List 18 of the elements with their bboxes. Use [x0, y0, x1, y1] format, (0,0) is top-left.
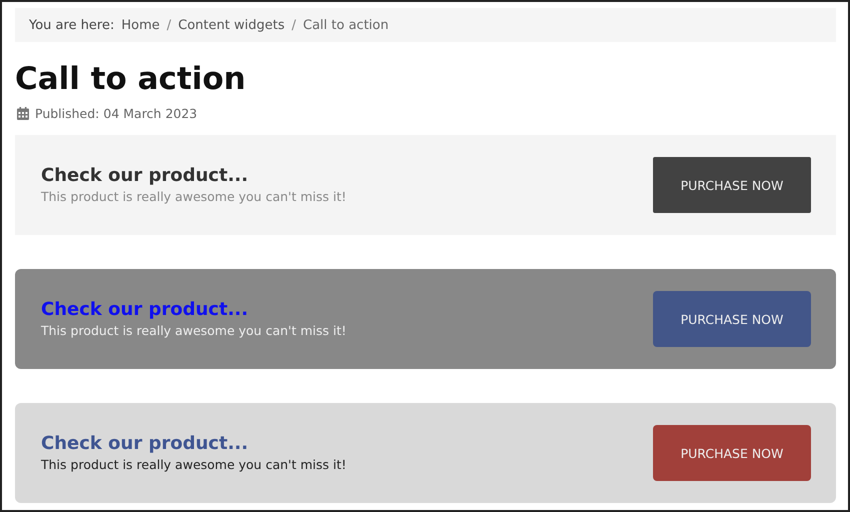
breadcrumb-current: Call to action [303, 18, 389, 32]
banner-heading: Check our product... [41, 164, 250, 188]
purchase-button[interactable]: PURCHASE NOW [653, 157, 811, 213]
page-title: Call to action [15, 60, 247, 98]
purchase-button[interactable]: PURCHASE NOW [653, 425, 811, 481]
published-date: Published: 04 March 2023 [35, 106, 198, 121]
purchase-button[interactable]: PURCHASE NOW [653, 291, 811, 347]
breadcrumb-separator: / [292, 18, 296, 32]
banner-heading: Check our product... [41, 298, 250, 322]
breadcrumb-label: You are here: [29, 18, 114, 32]
banner-heading: Check our product... [41, 432, 250, 456]
breadcrumb-link[interactable]: Content widgets [178, 18, 285, 32]
banner-text: This product is really awesome you can't miss it! [41, 456, 346, 474]
banner-text: This product is really awesome you can't miss it! [41, 188, 346, 206]
breadcrumb-separator: / [166, 18, 172, 32]
breadcrumb-link[interactable]: Home [121, 18, 160, 32]
banner-text: This product is really awesome you can't miss it! [41, 322, 346, 340]
calendar-icon [17, 107, 29, 120]
